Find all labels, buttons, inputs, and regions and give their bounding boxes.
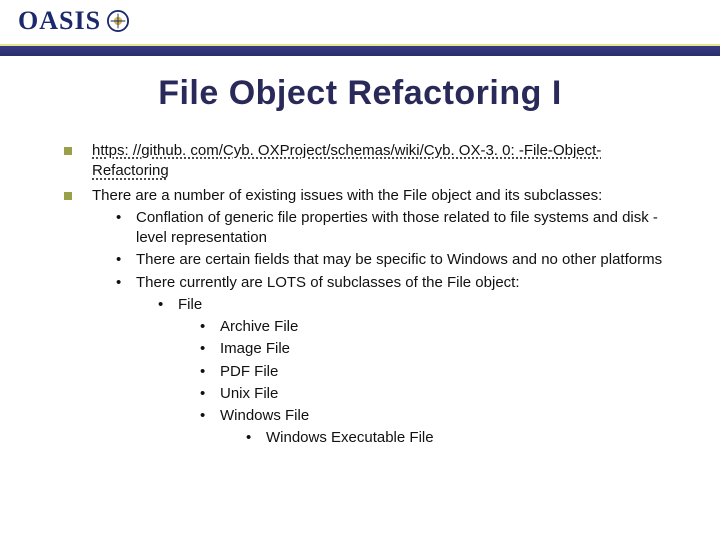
intro-text: There are a number of existing issues wi… — [92, 187, 602, 204]
logo-icon — [107, 10, 129, 32]
subclass-list: Archive File Image File PDF File Unix Fi… — [178, 317, 670, 449]
list-item: Archive File — [200, 317, 670, 337]
issue-text: There currently are LOTS of subclasses o… — [136, 274, 520, 291]
list-item: PDF File — [200, 362, 670, 382]
list-item: Conflation of generic file properties wi… — [116, 208, 670, 249]
list-item: Windows File Windows Executable File — [200, 406, 670, 449]
list-item: Unix File — [200, 384, 670, 404]
bullet-list: https: //github. com/Cyb. OXProject/sche… — [50, 141, 670, 449]
header-divider-bar — [0, 44, 720, 56]
list-item: Windows Executable File — [246, 428, 670, 448]
slide-body: File Object Refactoring I https: //githu… — [0, 56, 720, 473]
issues-list: Conflation of generic file properties wi… — [92, 208, 670, 449]
logo: OASIS — [18, 6, 129, 36]
root-class: File — [178, 296, 202, 313]
list-item: There currently are LOTS of subclasses o… — [116, 273, 670, 449]
windows-file-label: Windows File — [220, 407, 309, 424]
class-tree: File Archive File Image File PDF File Un… — [136, 295, 670, 449]
list-item: File Archive File Image File PDF File Un… — [158, 295, 670, 449]
list-item: There are a number of existing issues wi… — [64, 186, 670, 449]
list-item: Image File — [200, 339, 670, 359]
windows-sublist: Windows Executable File — [220, 428, 670, 448]
page-title: File Object Refactoring I — [50, 74, 670, 113]
header: OASIS — [0, 0, 720, 56]
reference-link[interactable]: https: //github. com/Cyb. OXProject/sche… — [92, 142, 601, 179]
logo-text: OASIS — [18, 6, 101, 36]
list-item: https: //github. com/Cyb. OXProject/sche… — [64, 141, 670, 182]
list-item: There are certain fields that may be spe… — [116, 250, 670, 270]
